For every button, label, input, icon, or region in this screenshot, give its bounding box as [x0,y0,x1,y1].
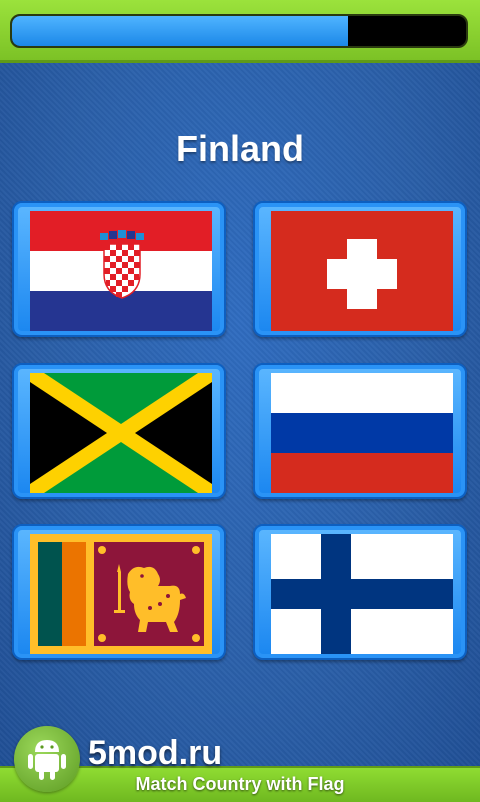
sri-lanka-flag [30,534,212,654]
jamaica-flag [30,373,212,493]
flag-option-sri-lanka[interactable] [12,524,226,660]
flag-option-switzerland[interactable] [253,201,467,337]
flag-option-finland[interactable] [253,524,467,660]
flag-option-jamaica[interactable] [12,363,226,499]
progress-fill [12,16,348,46]
flag-option-croatia[interactable] [12,201,226,337]
android-icon [14,726,80,792]
timer-progress-bar [10,14,468,48]
croatia-flag [30,211,212,331]
country-prompt: Finland [176,128,304,169]
watermark-text: 5mod.ru [88,734,223,772]
flag-option-russia[interactable] [253,363,467,499]
switzerland-flag [271,211,453,331]
russia-flag [271,373,453,493]
top-bar [0,0,480,63]
finland-flag [271,534,453,654]
